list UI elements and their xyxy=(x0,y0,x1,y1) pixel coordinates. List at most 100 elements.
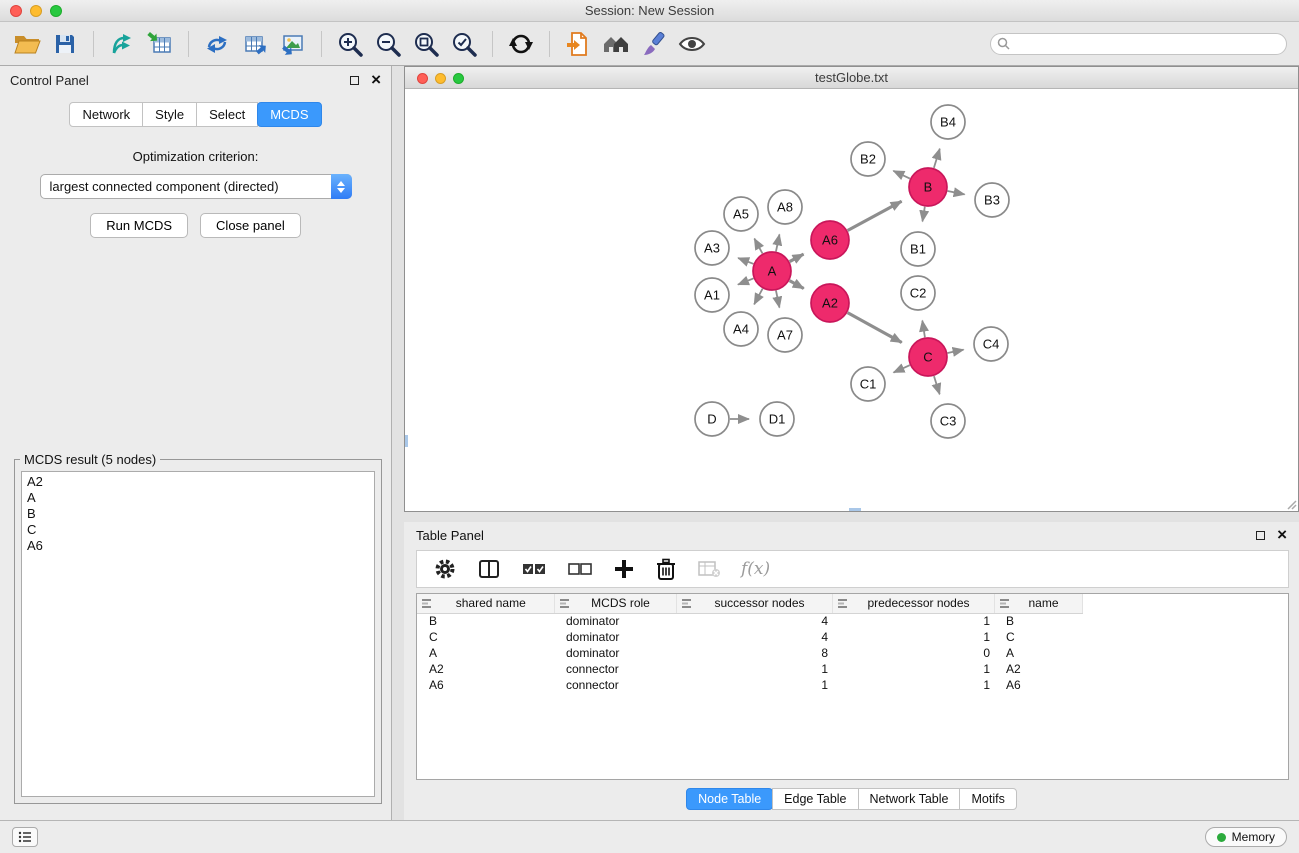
home-button[interactable] xyxy=(599,26,633,62)
table-row[interactable]: A6connector11A6 xyxy=(417,677,1082,693)
tab-node-table[interactable]: Node Table xyxy=(686,788,773,810)
table-cell[interactable]: 8 xyxy=(676,645,832,661)
tab-mcds[interactable]: MCDS xyxy=(257,102,321,127)
network-node-B[interactable]: B xyxy=(909,168,947,206)
zoom-out-button[interactable] xyxy=(371,26,405,62)
column-header-name[interactable]: name xyxy=(994,594,1082,613)
network-edge-A6-B[interactable] xyxy=(848,201,902,230)
table-row[interactable]: Adominator80A xyxy=(417,645,1082,661)
network-node-C[interactable]: C xyxy=(909,338,947,376)
table-cell[interactable]: 1 xyxy=(832,629,994,645)
tab-network[interactable]: Network xyxy=(69,102,143,127)
mcds-result-list[interactable]: A2ABCA6 xyxy=(21,471,375,797)
table-row[interactable]: Cdominator41C xyxy=(417,629,1082,645)
network-edge-B-B3[interactable] xyxy=(948,191,965,194)
network-node-B3[interactable]: B3 xyxy=(975,183,1009,217)
tab-select[interactable]: Select xyxy=(196,102,258,127)
table-cell[interactable]: C xyxy=(417,629,554,645)
network-zoom-button[interactable] xyxy=(453,73,464,84)
tab-network-table[interactable]: Network Table xyxy=(858,788,961,810)
mcds-result-item[interactable]: A2 xyxy=(27,474,369,490)
column-header-shared-name[interactable]: shared name xyxy=(417,594,554,613)
network-edge-A-A2[interactable] xyxy=(790,281,804,289)
table-cell[interactable]: B xyxy=(417,613,554,629)
deselect-all-button[interactable] xyxy=(567,559,593,579)
network-node-A[interactable]: A xyxy=(753,252,791,290)
network-minimize-button[interactable] xyxy=(435,73,446,84)
import-network-button[interactable] xyxy=(105,26,139,62)
network-window-titlebar[interactable]: testGlobe.txt xyxy=(405,67,1298,89)
float-table-panel-icon[interactable] xyxy=(1256,531,1265,540)
network-edge-C-C4[interactable] xyxy=(948,350,964,353)
network-edge-C-C3[interactable] xyxy=(934,376,940,394)
network-edge-C-C1[interactable] xyxy=(894,365,910,372)
network-edge-B-B4[interactable] xyxy=(934,149,940,168)
show-columns-button[interactable] xyxy=(477,557,501,581)
network-edge-B-B2[interactable] xyxy=(893,171,910,179)
import-table-button[interactable] xyxy=(143,26,177,62)
column-header-successor-nodes[interactable]: successor nodes xyxy=(676,594,832,613)
zoom-selected-button[interactable] xyxy=(447,26,481,62)
close-panel-icon[interactable]: × xyxy=(371,73,381,87)
mcds-result-item[interactable]: C xyxy=(27,522,369,538)
column-header-predecessor-nodes[interactable]: predecessor nodes xyxy=(832,594,994,613)
network-close-button[interactable] xyxy=(417,73,428,84)
mcds-result-item[interactable]: B xyxy=(27,506,369,522)
table-cell[interactable]: 4 xyxy=(676,629,832,645)
network-svg[interactable]: B4B2BB3A5A8A6B1A3AC2A1A2A4A7C4CC1C3DD1 xyxy=(405,89,1298,510)
table-cell[interactable]: 0 xyxy=(832,645,994,661)
network-edge-A2-C[interactable] xyxy=(848,313,902,343)
save-session-button[interactable] xyxy=(48,26,82,62)
network-node-C3[interactable]: C3 xyxy=(931,404,965,438)
zoom-window-button[interactable] xyxy=(50,5,62,17)
network-node-A6[interactable]: A6 xyxy=(811,221,849,259)
network-node-B2[interactable]: B2 xyxy=(851,142,885,176)
refresh-button[interactable] xyxy=(504,26,538,62)
style-brush-button[interactable] xyxy=(637,26,671,62)
export-image-button[interactable] xyxy=(276,26,310,62)
show-hide-button[interactable] xyxy=(675,26,709,62)
network-edge-A-A4[interactable] xyxy=(754,289,762,305)
network-node-A1[interactable]: A1 xyxy=(695,278,729,312)
network-edge-A-A6[interactable] xyxy=(790,254,804,261)
run-mcds-button[interactable]: Run MCDS xyxy=(90,213,188,238)
resize-grip-icon[interactable] xyxy=(1285,498,1297,510)
mcds-result-item[interactable]: A6 xyxy=(27,538,369,554)
table-row[interactable]: Bdominator41B xyxy=(417,613,1082,629)
table-cell[interactable]: A6 xyxy=(417,677,554,693)
network-edge-A-A7[interactable] xyxy=(776,291,779,308)
table-cell[interactable]: A6 xyxy=(994,677,1082,693)
mcds-result-item[interactable]: A xyxy=(27,490,369,506)
table-row[interactable]: A2connector11A2 xyxy=(417,661,1082,677)
table-cell[interactable]: C xyxy=(994,629,1082,645)
minimize-window-button[interactable] xyxy=(30,5,42,17)
table-cell[interactable]: 1 xyxy=(832,661,994,677)
network-node-C1[interactable]: C1 xyxy=(851,367,885,401)
network-edge-B-B1[interactable] xyxy=(922,207,924,222)
network-node-A5[interactable]: A5 xyxy=(724,197,758,231)
network-node-A7[interactable]: A7 xyxy=(768,318,802,352)
tab-motifs[interactable]: Motifs xyxy=(959,788,1016,810)
table-settings-button[interactable] xyxy=(433,557,457,581)
zoom-fit-button[interactable] xyxy=(409,26,443,62)
network-node-C2[interactable]: C2 xyxy=(901,276,935,310)
table-cell[interactable]: B xyxy=(994,613,1082,629)
table-cell[interactable]: 1 xyxy=(676,677,832,693)
zoom-in-button[interactable] xyxy=(333,26,367,62)
close-window-button[interactable] xyxy=(10,5,22,17)
table-cell[interactable]: 1 xyxy=(676,661,832,677)
network-node-D[interactable]: D xyxy=(695,402,729,436)
add-column-button[interactable] xyxy=(613,558,635,580)
delete-table-button[interactable] xyxy=(697,559,721,579)
select-all-button[interactable] xyxy=(521,559,547,579)
table-cell[interactable]: connector xyxy=(554,677,676,693)
network-edge-A-A8[interactable] xyxy=(776,234,779,251)
network-node-A4[interactable]: A4 xyxy=(724,312,758,346)
network-node-C4[interactable]: C4 xyxy=(974,327,1008,361)
network-edge-A-A3[interactable] xyxy=(738,258,753,264)
function-builder-button[interactable]: f(x) xyxy=(741,559,770,579)
network-node-A3[interactable]: A3 xyxy=(695,231,729,265)
memory-button[interactable]: Memory xyxy=(1205,827,1287,847)
table-cell[interactable]: A2 xyxy=(994,661,1082,677)
table-cell[interactable]: dominator xyxy=(554,645,676,661)
